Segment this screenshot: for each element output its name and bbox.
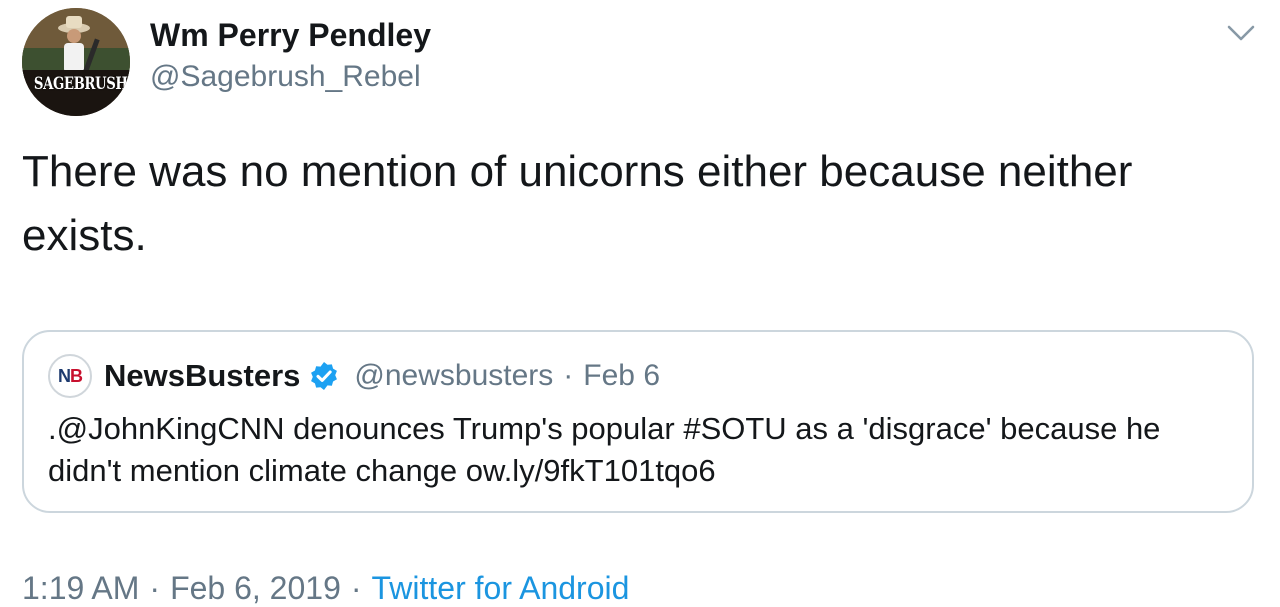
meta-separator: · [149,570,161,606]
logo-letter-n: N [58,365,71,386]
quoted-tweet-text: .@JohnKingCNN denounces Trump's popular … [48,411,1161,488]
tweet-detail: SAGEBRUSH Wm Perry Pendley @Sagebrush_Re… [0,0,1280,607]
avatar-photo [22,8,130,116]
quoted-tweet-card[interactable]: NB NewsBusters @newsbusters · Feb 6 .@Jo… [22,330,1254,513]
chevron-down-icon[interactable] [1226,22,1256,44]
tweet-text: There was no mention of unicorns either … [22,147,1133,260]
author-name[interactable]: Wm Perry Pendley [150,17,431,54]
quoted-author-handle[interactable]: @newsbusters [354,359,553,393]
tweet-metadata: 1:19 AM · Feb 6, 2019 · Twitter for Android [22,570,629,607]
quoted-tweet-date[interactable]: Feb 6 [583,359,660,393]
quoted-author-name[interactable]: NewsBusters [104,358,300,394]
avatar-logo-text: SAGEBRUSH [33,74,128,94]
tweet-source-link[interactable]: Twitter for Android [372,570,630,606]
meta-separator: · [350,570,362,606]
tweet-date[interactable]: Feb 6, 2019 [170,570,341,606]
tweet-time[interactable]: 1:19 AM [22,570,139,606]
quoted-avatar[interactable]: NB [48,354,92,398]
author-handle[interactable]: @Sagebrush_Rebel [150,60,421,94]
quoted-tweet-header: NB NewsBusters @newsbusters · Feb 6 [48,354,660,398]
logo-letter-b: B [70,365,83,386]
verified-badge-icon [311,362,338,390]
author-avatar[interactable]: SAGEBRUSH [22,8,130,116]
header-separator: · [563,359,574,392]
